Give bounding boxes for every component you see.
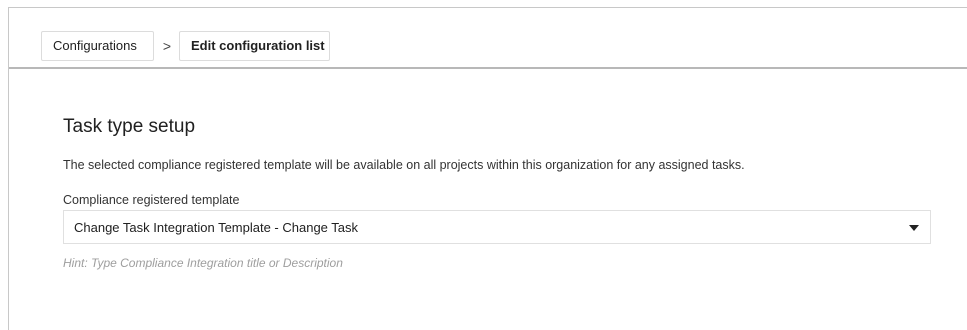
compliance-template-value: Change Task Integration Template - Chang…	[74, 220, 359, 235]
main-panel: Configurations > Edit configuration list…	[8, 7, 967, 330]
breadcrumb-edit-configuration-list[interactable]: Edit configuration list	[179, 31, 330, 61]
compliance-template-select[interactable]: Change Task Integration Template - Chang…	[63, 210, 931, 244]
compliance-template-label: Compliance registered template	[63, 193, 240, 207]
caret-down-icon[interactable]	[909, 225, 919, 231]
chevron-right-icon: >	[162, 38, 172, 54]
section-title: Task type setup	[63, 116, 196, 137]
breadcrumb: Configurations > Edit configuration list	[9, 8, 967, 69]
field-hint: Hint: Type Compliance Integration title …	[63, 256, 343, 270]
breadcrumb-configurations-link[interactable]: Configurations	[41, 31, 154, 61]
section-description: The selected compliance registered templ…	[63, 158, 745, 172]
